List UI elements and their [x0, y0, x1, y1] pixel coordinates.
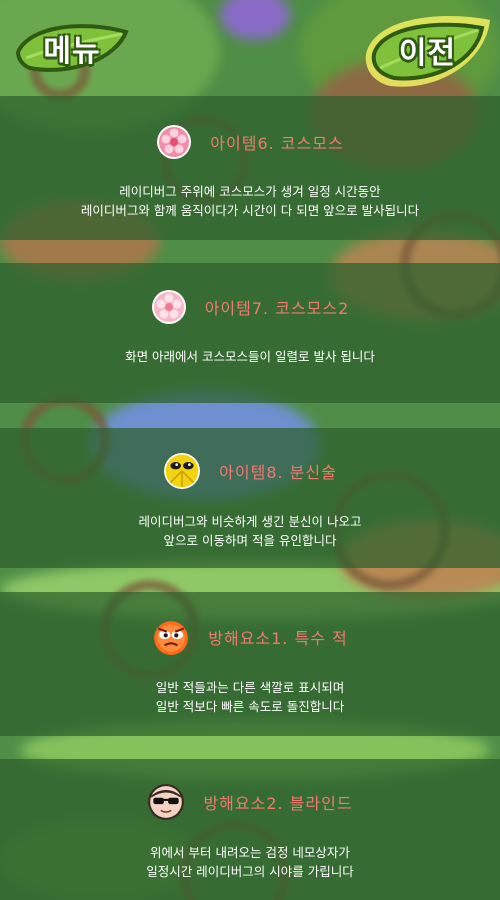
- hazard-panel-blind: 방해요소2. 블라인드 위에서 부터 내려오는 검정 네모상자가 일정시간 레이…: [0, 759, 500, 900]
- light-pink-cosmos-flower-icon: [151, 290, 186, 324]
- description-line: 레이디버그와 함께 움직이다가 시간이 다 되면 앞으로 발사됩니다: [80, 203, 420, 218]
- pink-cosmos-flower-icon: [157, 125, 192, 159]
- item-title: 아이템6. 코스모스: [210, 134, 344, 153]
- description-line: 일반 적보다 빠른 속도로 돌진합니다: [155, 699, 345, 714]
- previous-button-label: 이전: [398, 36, 457, 71]
- description-line: 일반 적들과는 다른 색깔로 표시되며: [155, 680, 345, 695]
- item-title: 아이템8. 분신술: [219, 463, 337, 482]
- menu-button[interactable]: 메뉴: [12, 18, 132, 78]
- description-line: 레이디버그와 비슷하게 생긴 분신이 나오고: [138, 514, 362, 529]
- item-panel-clone: 아이템8. 분신술 레이디버그와 비슷하게 생긴 분신이 나오고 앞으로 이동하…: [0, 428, 500, 568]
- yellow-ladybug-clone-icon: [164, 453, 201, 489]
- item-description: 화면 아래에서 코스모스들이 일렬로 발사 됩니다: [125, 347, 375, 366]
- hazard-panel-special-enemy: 방해요소1. 특수 적 일반 적들과는 다른 색깔로 표시되며 일반 적보다 빠…: [0, 592, 500, 736]
- description-line: 화면 아래에서 코스모스들이 일렬로 발사 됩니다: [125, 349, 375, 364]
- description-line: 위에서 부터 내려오는 검정 네모상자가: [150, 845, 350, 860]
- item-title: 방해요소2. 블라인드: [203, 794, 353, 813]
- item-description: 레이디버그 주위에 코스모스가 생겨 일정 시간동안 레이디버그와 함께 움직이…: [81, 182, 419, 220]
- red-special-enemy-icon: [154, 621, 189, 655]
- item-description: 위에서 부터 내려오는 검정 네모상자가 일정시간 레이디버그의 시야를 가립니…: [146, 843, 353, 881]
- description-line: 앞으로 이동하며 적을 유인합니다: [163, 533, 337, 548]
- item-title: 방해요소1. 특수 적: [208, 629, 348, 648]
- previous-button[interactable]: 이전: [360, 8, 495, 92]
- item-panel-cosmos: 아이템6. 코스모스 레이디버그 주위에 코스모스가 생겨 일정 시간동안 레이…: [0, 96, 500, 240]
- item-description: 레이디버그와 비슷하게 생긴 분신이 나오고 앞으로 이동하며 적을 유인합니다: [139, 512, 362, 550]
- item-panel-cosmos2: 아이템7. 코스모스2 화면 아래에서 코스모스들이 일렬로 발사 됩니다: [0, 263, 500, 403]
- sunglasses-blind-icon: [148, 784, 185, 820]
- description-line: 레이디버그 주위에 코스모스가 생겨 일정 시간동안: [119, 184, 381, 199]
- item-description: 일반 적들과는 다른 색깔로 표시되며 일반 적보다 빠른 속도로 돌진합니다: [156, 678, 344, 716]
- menu-button-label: 메뉴: [43, 34, 101, 69]
- item-title: 아이템7. 코스모스2: [204, 299, 350, 318]
- description-line: 일정시간 레이디버그의 시야를 가립니다: [146, 864, 354, 879]
